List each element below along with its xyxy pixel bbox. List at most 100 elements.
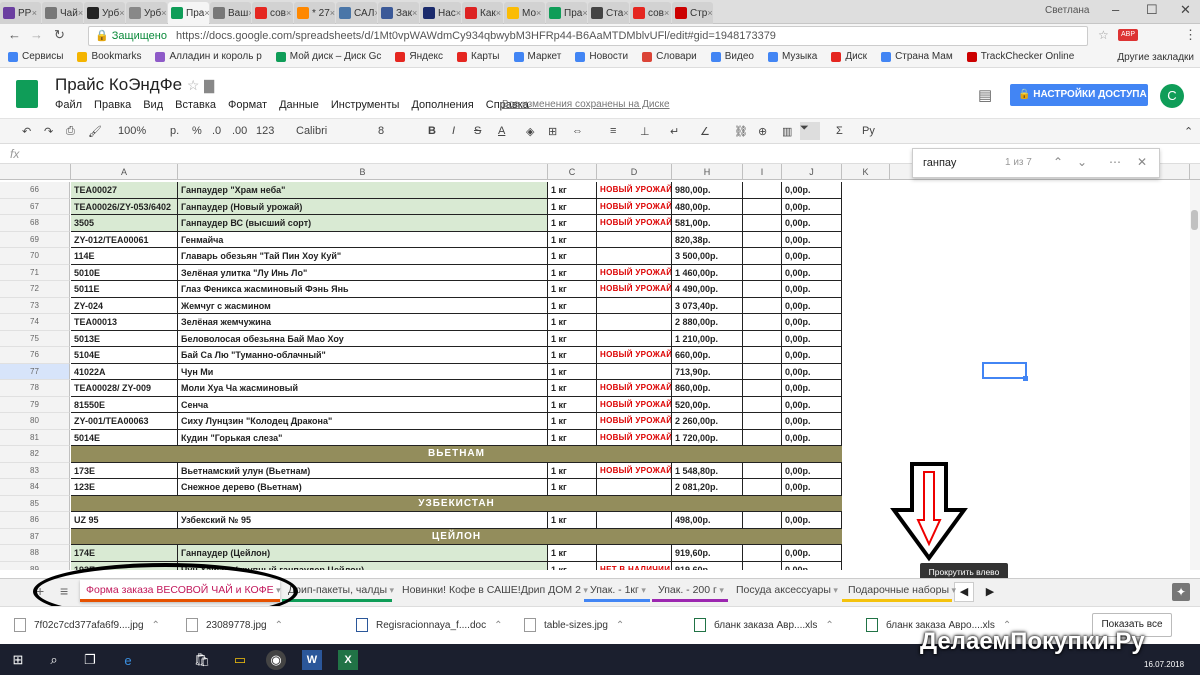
cell-b[interactable]: Беловолосая обезьяна Бай Мао Хоу	[178, 330, 548, 347]
bookmark-item[interactable]: Страна Мам	[881, 51, 953, 62]
cell-i[interactable]	[743, 297, 782, 314]
cell-h[interactable]: 860,00р.	[672, 380, 743, 397]
cell-j[interactable]: 0,00р.	[782, 429, 842, 446]
folder-icon[interactable]: ▇	[204, 78, 214, 93]
rotate-icon[interactable]: ∠	[700, 125, 710, 138]
cell-b[interactable]: Зелёная улитка "Лу Инь Ло"	[178, 264, 548, 281]
cell-i[interactable]	[743, 198, 782, 215]
align-icon[interactable]: ≡	[610, 125, 616, 137]
sheet-tab-menu-icon[interactable]: ▾	[387, 585, 395, 595]
browser-tab[interactable]: Пра ×	[168, 2, 209, 24]
link-icon[interactable]: ⛓	[734, 125, 748, 138]
row-number[interactable]: 87	[0, 528, 70, 545]
cell-a[interactable]: 5104E	[71, 347, 178, 364]
column-header[interactable]: D	[597, 164, 672, 180]
bookmark-item[interactable]: Диск	[831, 51, 867, 62]
explorer-icon[interactable]: ▭	[230, 650, 250, 670]
cell-h[interactable]: 2 880,00р.	[672, 314, 743, 331]
tab-close-icon[interactable]: ×	[623, 8, 628, 18]
cell-j[interactable]: 0,00р.	[782, 545, 842, 562]
find-options-icon[interactable]: ⋯	[1109, 155, 1121, 169]
cell-j[interactable]: 0,00р.	[782, 462, 842, 479]
tab-close-icon[interactable]: ×	[456, 8, 461, 18]
download-item[interactable]: 7f02c7cd377afa6f9....jpg ⌃	[14, 618, 160, 632]
word-icon[interactable]: W	[302, 650, 322, 670]
reload-icon[interactable]: ↻	[54, 27, 65, 43]
bookmark-item[interactable]: Словари	[642, 51, 697, 62]
cell-c[interactable]: 1 кг	[548, 413, 597, 430]
cell-a[interactable]: 173E	[71, 462, 178, 479]
explore-icon[interactable]: ✦	[1172, 583, 1190, 601]
cell-h[interactable]: 480,00р.	[672, 198, 743, 215]
bookmark-item[interactable]: TrackChecker Online	[966, 51, 1074, 62]
row-number[interactable]: 84	[0, 479, 70, 496]
bookmark-item[interactable]: Маркет	[513, 51, 561, 62]
column-header[interactable]: H	[672, 164, 743, 180]
cell-c[interactable]: 1 кг	[548, 182, 597, 199]
sheet-tab-menu-icon[interactable]: ▾	[639, 585, 646, 595]
cell-a[interactable]: 114E	[71, 248, 178, 265]
cell-i[interactable]	[743, 314, 782, 331]
cell-c[interactable]: 1 кг	[548, 545, 597, 562]
menu-item[interactable]: Формат	[228, 99, 267, 111]
cell-a[interactable]: 123E	[71, 479, 178, 496]
undo-icon[interactable]: ↶	[22, 125, 31, 138]
cell-i[interactable]	[743, 462, 782, 479]
cell-d[interactable]	[597, 512, 672, 529]
cell-c[interactable]: 1 кг	[548, 264, 597, 281]
redo-icon[interactable]: ↷	[44, 125, 53, 138]
tab-close-icon[interactable]: ×	[32, 8, 37, 18]
cell-d[interactable]: НОВЫЙ УРОЖАЙ	[597, 281, 672, 298]
selected-cell[interactable]	[982, 362, 1027, 379]
tab-close-icon[interactable]: ×	[412, 8, 417, 18]
forward-icon[interactable]: →	[30, 27, 43, 42]
cell-j[interactable]: 0,00р.	[782, 281, 842, 298]
paint-format-icon[interactable]: 🖌	[88, 125, 102, 138]
download-menu-icon[interactable]: ⌃	[494, 620, 502, 631]
bookmark-item[interactable]: Новости	[575, 51, 628, 62]
column-header[interactable]: A	[71, 164, 178, 180]
cell-j[interactable]: 0,00р.	[782, 561, 842, 570]
search-icon[interactable]: ⌕	[44, 650, 64, 670]
cell-j[interactable]: 0,00р.	[782, 314, 842, 331]
sheet-tab[interactable]: Посуда аксессуары ▾	[730, 580, 840, 602]
wrap-icon[interactable]: ↵	[670, 125, 679, 138]
sheet-tab[interactable]: Новинки! Кофе в САШЕ!Дрип ДОМ 2 ▾	[396, 580, 588, 602]
tab-close-icon[interactable]: ×	[707, 8, 712, 18]
browser-tab[interactable]: Урб ×	[126, 2, 167, 24]
star-doc-icon[interactable]: ☆	[187, 77, 200, 93]
menu-item[interactable]: Данные	[279, 99, 319, 111]
browser-menu-icon[interactable]: ⋮	[1184, 27, 1197, 43]
close-window-icon[interactable]: ✕	[1180, 2, 1191, 18]
cell-h[interactable]: 1 210,00р.	[672, 330, 743, 347]
cell-d[interactable]: НОВЫЙ УРОЖАЙ	[597, 198, 672, 215]
row-number[interactable]: 81	[0, 429, 70, 446]
cell-a[interactable]: UZ 95	[71, 512, 178, 529]
cell-i[interactable]	[743, 545, 782, 562]
row-number[interactable]: 89	[0, 561, 70, 570]
download-item[interactable]: table-sizes.jpg ⌃	[524, 618, 624, 632]
cell-j[interactable]: 0,00р.	[782, 380, 842, 397]
cell-i[interactable]	[743, 396, 782, 413]
percent-button[interactable]: %	[192, 125, 202, 137]
merge-icon[interactable]: ⇔	[572, 125, 583, 137]
other-bookmarks[interactable]: Другие закладки	[1117, 52, 1194, 63]
share-button[interactable]: 🔒 НАСТРОЙКИ ДОСТУПА	[1010, 84, 1148, 106]
input-tools-button[interactable]: Ру	[862, 125, 875, 137]
menu-item[interactable]: Правка	[94, 99, 131, 111]
cell-a[interactable]: 3505	[71, 215, 178, 232]
cell-j[interactable]: 0,00р.	[782, 264, 842, 281]
cell-j[interactable]: 0,00р.	[782, 347, 842, 364]
url-input[interactable]: 🔒 Защищено https://docs.google.com/sprea…	[88, 26, 1088, 46]
cell-a[interactable]: ZY-024	[71, 297, 178, 314]
row-number[interactable]: 79	[0, 396, 70, 413]
cell-d[interactable]: НОВЫЙ УРОЖАЙ	[597, 429, 672, 446]
tab-close-icon[interactable]: ×	[119, 8, 124, 18]
cell-j[interactable]: 0,00р.	[782, 396, 842, 413]
cell-h[interactable]: 3 500,00р.	[672, 248, 743, 265]
doc-title[interactable]: Прайс КоЭндФе ☆ ▇	[55, 75, 214, 95]
tab-close-icon[interactable]: ×	[374, 8, 377, 18]
tab-close-icon[interactable]: ×	[248, 8, 251, 18]
column-header[interactable]: C	[548, 164, 597, 180]
font-select[interactable]: Calibri	[296, 125, 327, 137]
